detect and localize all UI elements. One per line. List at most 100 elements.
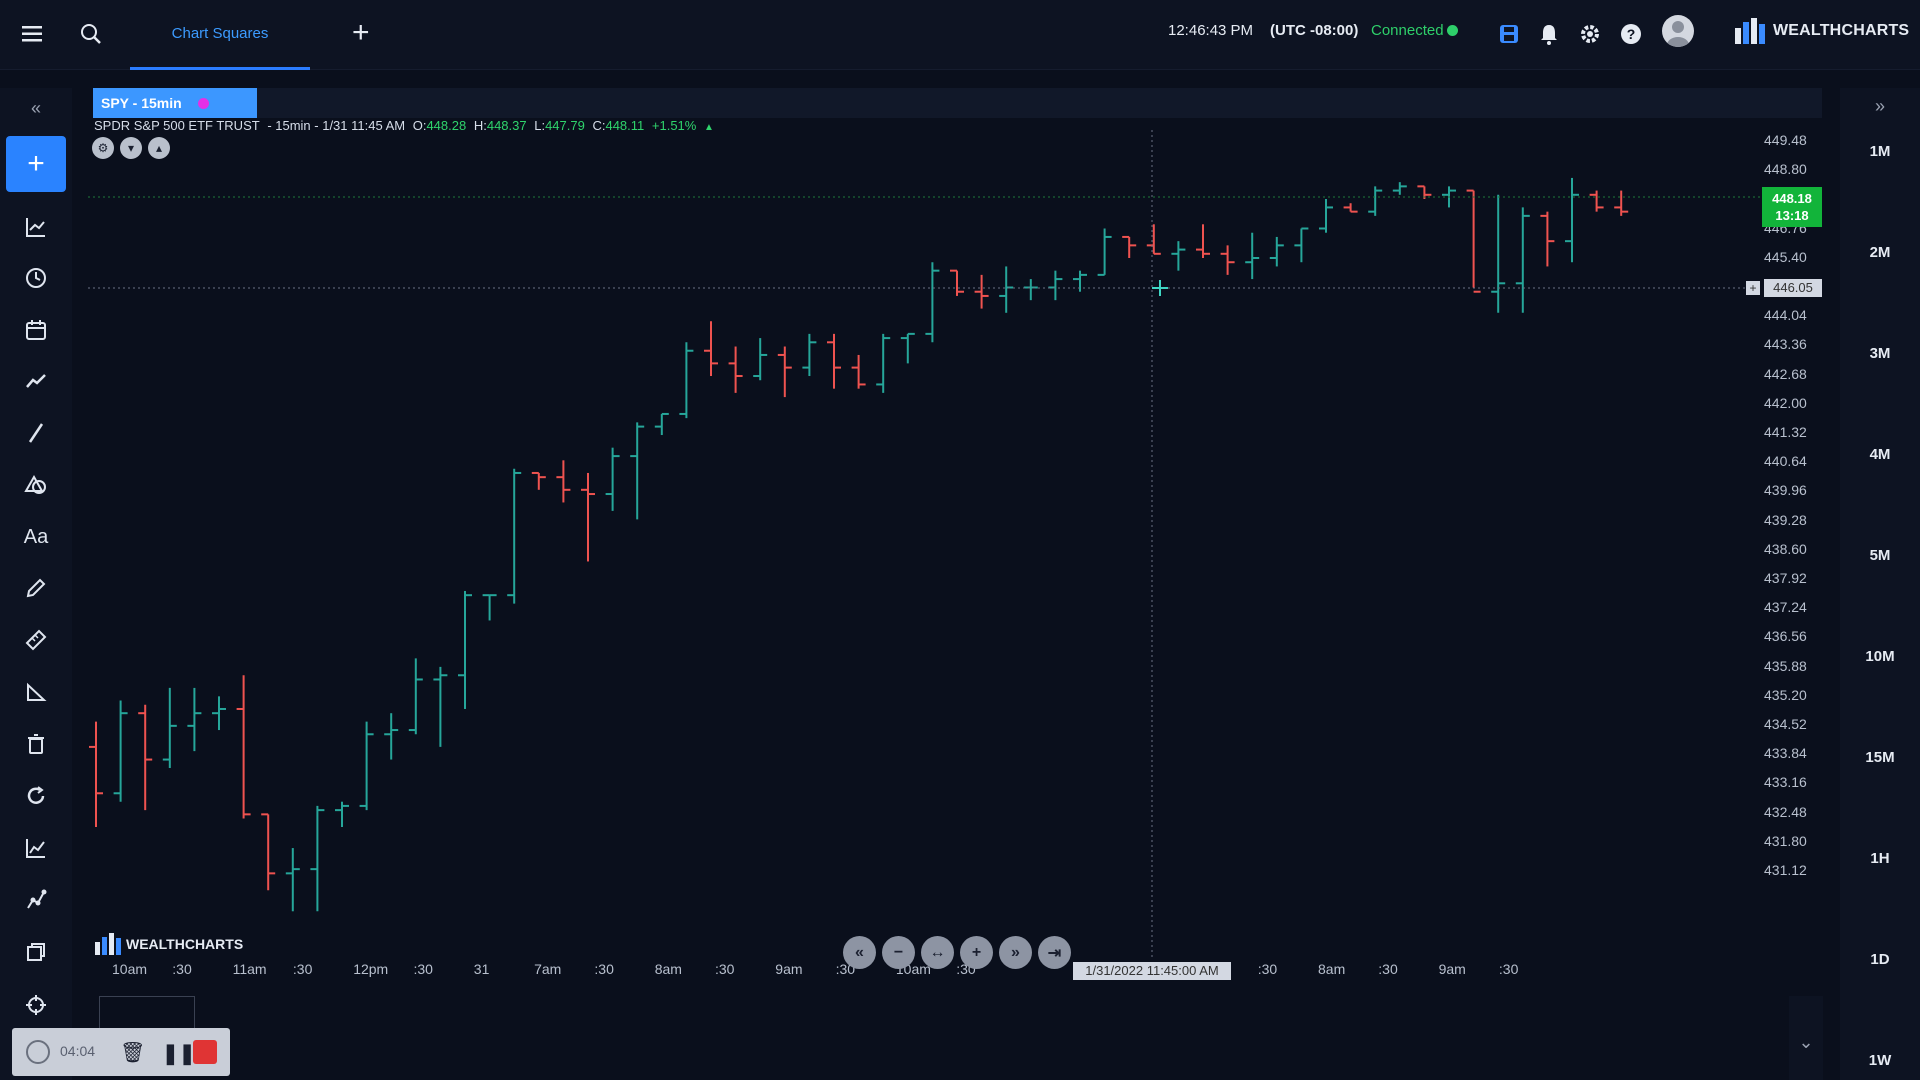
ohlc-bar xyxy=(1343,203,1358,213)
timeframe-1d[interactable]: 1D xyxy=(1840,951,1920,968)
ohlc-bar xyxy=(974,274,989,309)
trendline-icon[interactable] xyxy=(6,411,66,455)
timeframe-3m[interactable]: 3M xyxy=(1840,345,1920,362)
timeframe-4m[interactable]: 4M xyxy=(1840,446,1920,463)
scroll-left-icon[interactable]: « xyxy=(843,936,876,969)
ohlc-bar xyxy=(482,594,497,621)
refresh-icon[interactable] xyxy=(6,774,66,818)
timezone-label[interactable]: (UTC -08:00) xyxy=(1270,22,1358,39)
wealthcharts-logo-icon xyxy=(1735,18,1765,44)
timeframe-panel: » 1M 2M 3M 4M 5M 10M 15M 1H 1D 1W xyxy=(1840,88,1920,1080)
zoom-out-icon[interactable]: − xyxy=(882,936,915,969)
layers-icon[interactable] xyxy=(6,930,66,974)
add-icon[interactable]: + xyxy=(6,136,66,192)
bell-icon[interactable] xyxy=(1535,20,1563,48)
top-bar: Chart Squares + 12:46:43 PM (UTC -08:00)… xyxy=(0,0,1920,70)
ohlc-bar xyxy=(212,696,226,731)
timeframe-15m[interactable]: 15M xyxy=(1840,749,1920,766)
pencil-icon[interactable] xyxy=(6,566,66,610)
collapse-bottom-icon[interactable]: ⌄ xyxy=(1789,996,1823,1080)
time-tick-label: :30 xyxy=(413,961,433,977)
ohlc-bar xyxy=(458,590,472,709)
recording-time: 04:04 xyxy=(60,1043,96,1059)
search-icon[interactable] xyxy=(77,20,105,48)
shapes-icon[interactable] xyxy=(6,463,66,507)
help-icon[interactable]: ? xyxy=(1617,20,1645,48)
ohlc-bar xyxy=(359,721,374,811)
ohlc-bar xyxy=(1073,270,1087,292)
price-tick-label: 432.48 xyxy=(1764,803,1807,820)
clock-icon[interactable] xyxy=(6,256,66,300)
price-tick-label: 431.80 xyxy=(1764,832,1807,849)
time-tick-label: 8am xyxy=(654,961,682,977)
ohlc-bar xyxy=(1220,245,1235,275)
gear-icon[interactable] xyxy=(1576,20,1604,48)
indicator-icon[interactable] xyxy=(6,359,66,403)
tab-chart-squares[interactable]: Chart Squares xyxy=(130,0,310,70)
add-tab-icon[interactable]: + xyxy=(352,18,370,48)
calendar-icon[interactable] xyxy=(6,308,66,352)
ruler-icon[interactable] xyxy=(6,618,66,662)
timeframe-1m[interactable]: 1M xyxy=(1840,143,1920,160)
chart-color-dot-icon[interactable] xyxy=(198,98,209,109)
time-tick-label: 8am xyxy=(1318,961,1346,977)
timeframe-5m[interactable]: 5M xyxy=(1840,547,1920,564)
price-tick-label: 449.48 xyxy=(1764,132,1807,148)
ohlc-bar xyxy=(630,422,645,520)
user-avatar[interactable] xyxy=(1662,15,1694,47)
timeframe-2m[interactable]: 2M xyxy=(1840,244,1920,261)
bar-countdown: 13:18 xyxy=(1775,208,1809,223)
price-tick-label: 439.28 xyxy=(1764,511,1807,528)
save-icon[interactable] xyxy=(1495,20,1523,48)
ohlc-bar xyxy=(162,687,177,768)
trash-icon[interactable] xyxy=(6,722,66,766)
price-tick-label: 440.64 xyxy=(1764,453,1807,470)
strategy-icon[interactable] xyxy=(6,878,66,922)
text-tool-icon[interactable]: Aa xyxy=(6,515,66,559)
ohlc-bar xyxy=(261,813,276,891)
chart-watermark: WEALTHCHARTS xyxy=(94,932,243,956)
last-price-label: 448.18 13:18 xyxy=(1762,187,1822,227)
scroll-right-icon[interactable]: » xyxy=(999,936,1032,969)
timeframe-10m[interactable]: 10M xyxy=(1840,648,1920,665)
ohlc-bar xyxy=(1614,190,1629,216)
timeframe-1h[interactable]: 1H xyxy=(1840,850,1920,867)
chart-type-icon[interactable] xyxy=(6,205,66,249)
analytics-icon[interactable] xyxy=(6,826,66,870)
ohlc-bar xyxy=(433,666,448,747)
ohlc-bar xyxy=(1097,228,1112,276)
add-alert-icon[interactable]: + xyxy=(1746,281,1760,295)
timeframe-1w[interactable]: 1W xyxy=(1840,1052,1920,1069)
collapse-left-icon[interactable]: « xyxy=(6,94,66,122)
collapse-right-icon[interactable]: » xyxy=(1840,96,1920,117)
zoom-in-icon[interactable]: + xyxy=(960,936,993,969)
discard-recording-icon[interactable]: 🗑 xyxy=(120,1040,145,1065)
brand-logo: WEALTHCHARTS xyxy=(1733,16,1909,46)
price-tick-label: 435.88 xyxy=(1764,657,1807,674)
price-tick-label: 448.80 xyxy=(1764,161,1807,178)
ohlc-bar xyxy=(1146,224,1161,255)
ohlc-bar xyxy=(581,472,595,562)
ohlc-bar xyxy=(1491,194,1506,313)
measure-icon[interactable] xyxy=(6,670,66,714)
go-to-latest-icon[interactable]: ⇥ xyxy=(1038,936,1071,969)
crosshair-icon[interactable] xyxy=(6,983,66,1027)
price-chart[interactable] xyxy=(88,130,1762,960)
ohlc-bar xyxy=(654,412,669,436)
ohlc-bar xyxy=(1589,190,1604,212)
price-tick-label: 442.68 xyxy=(1764,365,1807,382)
screen-recorder-bar: 04:04 🗑 ❚❚ xyxy=(12,1028,230,1076)
recorder-outline xyxy=(99,996,195,1028)
pause-icon[interactable]: ❚❚ xyxy=(162,1041,196,1066)
reset-zoom-icon[interactable]: ↔ xyxy=(921,936,954,969)
ohlc-bar xyxy=(507,468,522,604)
stop-recording-icon[interactable] xyxy=(193,1040,217,1064)
cursor-date-label: 1/31/2022 11:45:00 AM xyxy=(1073,962,1231,980)
ohlc-bar xyxy=(728,346,743,393)
recorder-icon[interactable] xyxy=(26,1040,50,1064)
ohlc-bar xyxy=(556,460,571,503)
hamburger-menu-icon[interactable] xyxy=(18,20,46,48)
ohlc-bar xyxy=(89,721,103,827)
watermark-text: WEALTHCHARTS xyxy=(126,936,244,952)
chart-symbol-tab[interactable]: SPY - 15min xyxy=(93,88,257,118)
